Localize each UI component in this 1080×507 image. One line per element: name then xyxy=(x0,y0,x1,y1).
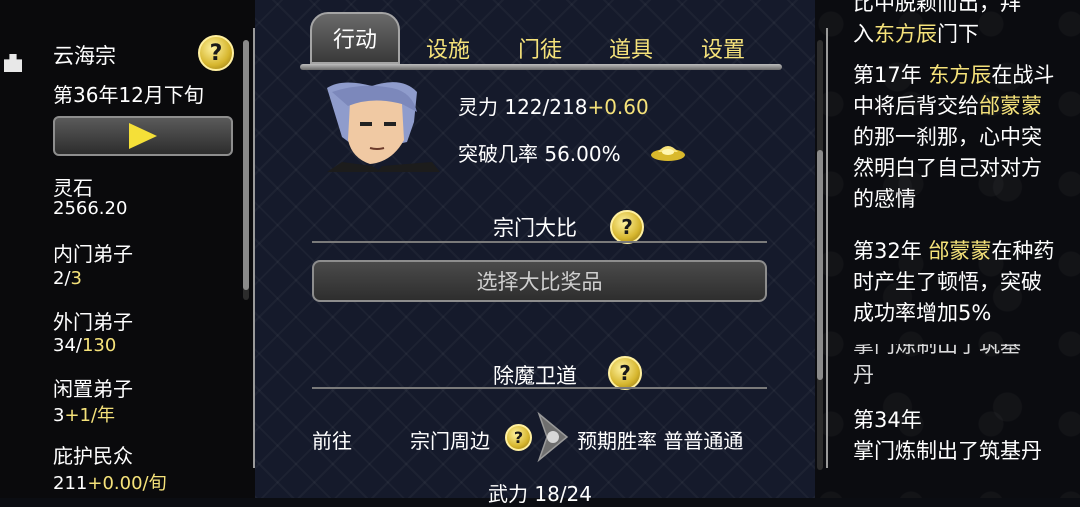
tab-disciples[interactable]: 门徒 xyxy=(505,32,575,72)
force-value: 武力 18/24 xyxy=(488,482,592,506)
advance-time-button[interactable] xyxy=(53,116,233,156)
log-entry: 第17年 东方辰在战斗中将后背交给邰蒙蒙的那一刹那，心中突然明白了自己对对方的感… xyxy=(853,63,1055,211)
stat-label-inner-disciples: 内门弟子 xyxy=(53,242,133,266)
win-rate: 预期胜率 普普通通 xyxy=(577,429,744,453)
swap-icon[interactable] xyxy=(533,410,573,464)
tab-settings[interactable]: 设置 xyxy=(688,32,758,72)
stat-label-protected-people: 庇护民众 xyxy=(53,444,133,468)
game-date: 第36年12月下旬 xyxy=(53,83,204,107)
stat-label-spirit-stones: 灵石 xyxy=(53,176,93,200)
left-divider xyxy=(253,28,255,468)
select-prize-button[interactable]: 选择大比奖品 xyxy=(312,260,767,302)
right-divider xyxy=(826,28,828,468)
go-label[interactable]: 前往 xyxy=(312,425,352,454)
spirit-power: 灵力 122/218+0.60 xyxy=(458,95,649,119)
play-icon xyxy=(129,123,157,149)
sect-help-icon[interactable]: ? xyxy=(198,35,234,71)
stat-label-outer-disciples: 外门弟子 xyxy=(53,310,133,334)
destination-help-icon[interactable]: ? xyxy=(505,424,532,451)
stat-value-spirit-stones: 2566.20 xyxy=(53,198,128,219)
right-scrollbar[interactable] xyxy=(817,40,823,470)
stat-value-outer-disciples: 34/130 xyxy=(53,335,117,356)
gold-ingot-icon[interactable] xyxy=(650,138,686,162)
log-entry: 第32年 邰蒙蒙在种药时产生了顿悟，突破成功率增加5% xyxy=(853,239,1055,325)
demon-title: 除魔卫道 xyxy=(493,364,577,388)
tab-action[interactable]: 行动 xyxy=(310,12,400,64)
sect-name: 云海宗 xyxy=(53,44,116,68)
divider xyxy=(312,387,767,389)
stat-value-inner-disciples: 2/3 xyxy=(53,268,82,289)
character-portrait[interactable] xyxy=(322,82,442,172)
log-entry-faded: 掌门炼制出了筑基 丹 xyxy=(853,344,1021,387)
tournament-help-icon[interactable]: ? xyxy=(610,210,644,244)
divider xyxy=(312,241,767,243)
log-entry: 第34年 掌门炼制出了筑基丹 xyxy=(853,408,1042,463)
breakthrough-chance: 突破几率 56.00% xyxy=(458,142,621,166)
tab-items[interactable]: 道具 xyxy=(596,32,666,72)
tournament-title: 宗门大比 xyxy=(493,216,577,240)
demon-help-icon[interactable]: ? xyxy=(608,356,642,390)
stat-value-protected-people: 211+0.00/旬 xyxy=(53,473,167,494)
tab-facilities[interactable]: 设施 xyxy=(413,32,483,72)
stat-value-idle-disciples: 3+1/年 xyxy=(53,405,116,426)
left-scrollbar[interactable] xyxy=(243,40,249,300)
log-entry: 比中脱颖而出，拜 入东方辰门下 xyxy=(853,0,1021,46)
stat-label-idle-disciples: 闲置弟子 xyxy=(53,377,133,401)
destination[interactable]: 宗门周边 xyxy=(410,425,490,454)
